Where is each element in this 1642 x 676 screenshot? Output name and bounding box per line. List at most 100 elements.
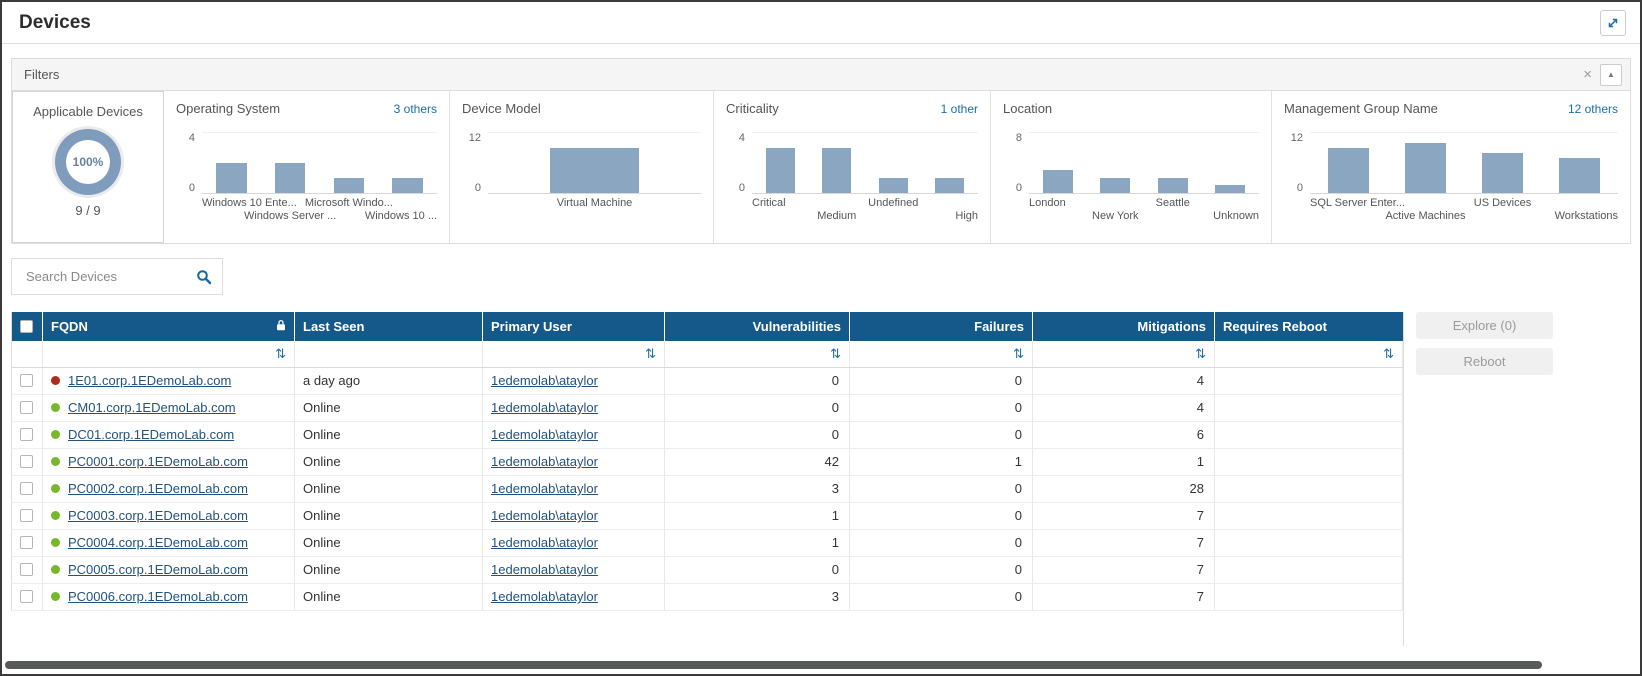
column-header-vulnerabilities[interactable]: Vulnerabilities (665, 312, 850, 341)
column-header-primary-user[interactable]: Primary User (483, 312, 665, 341)
row-select-cell (12, 421, 43, 448)
table-row: PC0002.corp.1EDemoLab.comOnline1edemolab… (12, 475, 1403, 502)
chart-bar-high[interactable] (935, 178, 964, 193)
row-checkbox[interactable] (20, 536, 33, 549)
mitigations-cell: 7 (1033, 502, 1215, 529)
fqdn-link[interactable]: PC0001.corp.1EDemoLab.com (68, 454, 248, 469)
chart-bar-london[interactable] (1043, 170, 1073, 193)
fqdn-link[interactable]: PC0002.corp.1EDemoLab.com (68, 481, 248, 496)
row-checkbox[interactable] (20, 590, 33, 603)
chart-y-axis: 120 (1284, 132, 1310, 194)
chart-bar-windows-10-ente[interactable] (216, 163, 247, 193)
row-checkbox[interactable] (20, 401, 33, 414)
fqdn-link[interactable]: CM01.corp.1EDemoLab.com (68, 400, 236, 415)
chart-bar-label: Unknown (1213, 210, 1259, 222)
status-dot-online (51, 457, 60, 466)
primary-user-link[interactable]: 1edemolab\ataylor (491, 481, 598, 496)
fqdn-link[interactable]: PC0004.corp.1EDemoLab.com (68, 535, 248, 550)
search-icon[interactable] (196, 269, 212, 285)
filter-card-location: Location80LondonNew YorkSeattleUnknown (991, 91, 1272, 243)
filter-others-link[interactable]: 1 other (941, 102, 978, 116)
row-checkbox[interactable] (20, 428, 33, 441)
fqdn-link[interactable]: DC01.corp.1EDemoLab.com (68, 427, 234, 442)
failures-cell: 0 (850, 556, 1033, 583)
column-header-failures[interactable]: Failures (850, 312, 1033, 341)
requires-reboot-cell (1215, 394, 1403, 421)
row-checkbox[interactable] (20, 482, 33, 495)
column-header-mitigations[interactable]: Mitigations (1033, 312, 1215, 341)
search-input[interactable] (24, 268, 196, 285)
sort-icon[interactable]: ⇅ (830, 346, 841, 361)
reboot-button[interactable]: Reboot (1416, 348, 1553, 375)
fqdn-cell: PC0005.corp.1EDemoLab.com (43, 556, 295, 583)
primary-user-link[interactable]: 1edemolab\ataylor (491, 589, 598, 604)
select-all-checkbox[interactable] (20, 320, 33, 333)
fqdn-link[interactable]: 1E01.corp.1EDemoLab.com (68, 373, 231, 388)
chart-bar-sql-server-enter[interactable] (1328, 148, 1368, 193)
chart-bar-microsoft-windo[interactable] (334, 178, 365, 193)
filters-close-button[interactable]: × (1575, 67, 1600, 82)
explore-button[interactable]: Explore (0) (1416, 312, 1553, 339)
sort-icon[interactable]: ⇅ (1013, 346, 1024, 361)
last-seen-cell: Online (295, 583, 483, 610)
fqdn-link[interactable]: PC0006.corp.1EDemoLab.com (68, 589, 248, 604)
filter-others-link[interactable]: 12 others (1568, 102, 1618, 116)
primary-user-link[interactable]: 1edemolab\ataylor (491, 373, 598, 388)
column-header-requires-reboot[interactable]: Requires Reboot (1215, 312, 1403, 341)
failures-cell: 0 (850, 502, 1033, 529)
row-checkbox[interactable] (20, 563, 33, 576)
chart-bar-seattle[interactable] (1158, 178, 1188, 193)
filters-collapse-button[interactable]: ▲ (1600, 64, 1622, 86)
column-header-last-seen[interactable]: Last Seen (295, 312, 483, 341)
row-select-cell (12, 394, 43, 421)
axis-min-label: 0 (176, 182, 195, 194)
chart-bar-virtual-machine[interactable] (550, 148, 639, 193)
donut-percent-label: 100% (73, 155, 104, 169)
applicable-devices-donut[interactable]: 100% (55, 129, 121, 195)
chart-bar-active-machines[interactable] (1405, 143, 1445, 193)
table-sort-row: ⇅ ⇅ ⇅ ⇅ ⇅ ⇅ (12, 341, 1403, 367)
chart-bar-windows-10[interactable] (392, 178, 423, 193)
primary-user-link[interactable]: 1edemolab\ataylor (491, 454, 598, 469)
lock-icon (276, 319, 286, 334)
horizontal-scrollbar-thumb[interactable] (5, 661, 1542, 669)
chart-y-axis: 80 (1003, 132, 1029, 194)
row-select-cell (12, 583, 43, 610)
chart-bar-workstations[interactable] (1559, 158, 1599, 193)
sort-icon[interactable]: ⇅ (275, 346, 286, 361)
chart-bar-label: US Devices (1474, 197, 1531, 209)
chart-bar-undefined[interactable] (879, 178, 908, 193)
row-checkbox[interactable] (20, 455, 33, 468)
primary-user-link[interactable]: 1edemolab\ataylor (491, 427, 598, 442)
row-checkbox[interactable] (20, 509, 33, 522)
column-header-fqdn[interactable]: FQDN (43, 312, 295, 341)
sort-icon[interactable]: ⇅ (1383, 346, 1394, 361)
filter-others-link[interactable]: 3 others (394, 102, 437, 116)
chart-bar-windows-server[interactable] (275, 163, 306, 193)
content-row: FQDNLast SeenPrimary UserVulnerabilities… (11, 312, 1631, 646)
chart-bar-us-devices[interactable] (1482, 153, 1522, 193)
sort-icon[interactable]: ⇅ (645, 346, 656, 361)
failures-cell: 1 (850, 448, 1033, 475)
row-checkbox[interactable] (20, 374, 33, 387)
primary-user-link[interactable]: 1edemolab\ataylor (491, 562, 598, 577)
chart-bar-critical[interactable] (766, 148, 795, 193)
fqdn-link[interactable]: PC0003.corp.1EDemoLab.com (68, 508, 248, 523)
chart-bar-unknown[interactable] (1215, 185, 1245, 193)
requires-reboot-cell (1215, 556, 1403, 583)
fqdn-link[interactable]: PC0005.corp.1EDemoLab.com (68, 562, 248, 577)
chart-bar-new-york[interactable] (1100, 178, 1130, 193)
column-header-label: Failures (974, 319, 1024, 334)
primary-user-link[interactable]: 1edemolab\ataylor (491, 535, 598, 550)
chart-labels: Virtual Machine (488, 194, 701, 226)
chart-bar-medium[interactable] (822, 148, 851, 193)
sort-icon[interactable]: ⇅ (1195, 346, 1206, 361)
chart-plot (1029, 132, 1259, 194)
expand-button[interactable] (1600, 10, 1626, 36)
primary-user-link[interactable]: 1edemolab\ataylor (491, 508, 598, 523)
primary-user-link[interactable]: 1edemolab\ataylor (491, 400, 598, 415)
requires-reboot-cell (1215, 502, 1403, 529)
requires-reboot-cell (1215, 475, 1403, 502)
fqdn-cell: PC0001.corp.1EDemoLab.com (43, 448, 295, 475)
devices-page: Devices Filters × ▲ Applicable Devices (0, 0, 1642, 676)
